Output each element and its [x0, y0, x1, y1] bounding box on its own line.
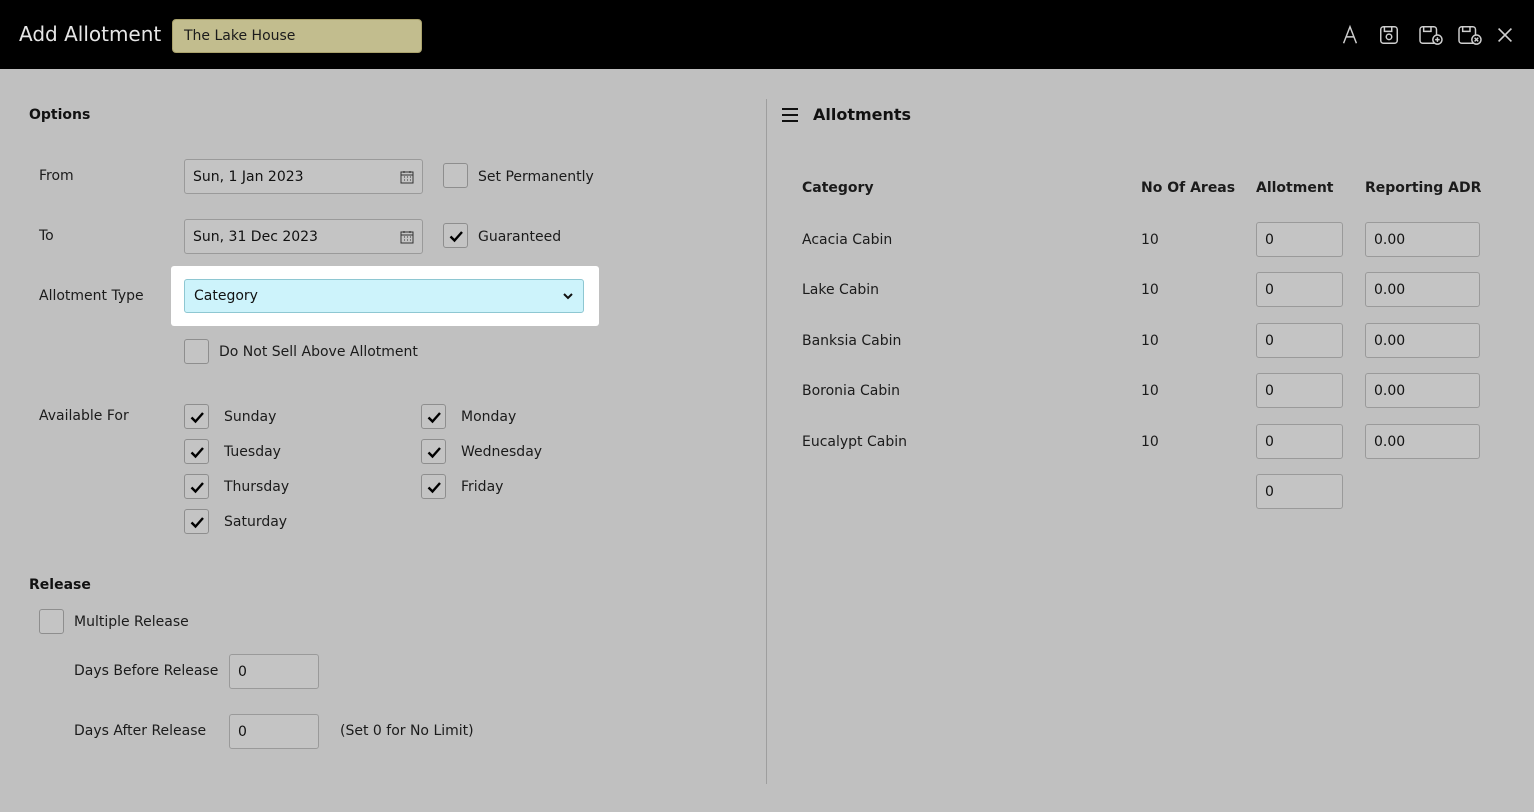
- to-date-field[interactable]: Sun, 31 Dec 2023: [184, 219, 423, 254]
- day-label-thursday: Thursday: [224, 479, 290, 495]
- checkmark-icon: [190, 446, 204, 458]
- row-adr-input[interactable]: 0.00: [1365, 373, 1480, 408]
- column-header-reporting-adr: Reporting ADR: [1365, 180, 1482, 196]
- to-label: To: [39, 228, 54, 244]
- font-icon[interactable]: [1338, 23, 1362, 47]
- from-date-value: Sun, 1 Jan 2023: [193, 168, 304, 185]
- day-checkbox-sunday[interactable]: [184, 404, 209, 429]
- day-checkbox-saturday[interactable]: [184, 509, 209, 534]
- row-allotment-input[interactable]: 0: [1256, 222, 1343, 257]
- column-header-no-of-areas: No Of Areas: [1141, 180, 1236, 196]
- day-label-tuesday: Tuesday: [224, 444, 281, 460]
- guaranteed-checkbox[interactable]: [443, 223, 468, 248]
- checkmark-icon: [427, 446, 441, 458]
- menu-icon[interactable]: [781, 106, 799, 124]
- day-checkbox-friday[interactable]: [421, 474, 446, 499]
- allotment-type-select[interactable]: Category: [184, 279, 584, 313]
- total-allotment-field: 0: [1256, 474, 1343, 509]
- do-not-sell-label: Do Not Sell Above Allotment: [219, 344, 418, 360]
- day-label-wednesday: Wednesday: [461, 444, 543, 460]
- save-close-icon[interactable]: [1456, 23, 1484, 47]
- row-category: Acacia Cabin: [802, 232, 893, 248]
- day-checkbox-tuesday[interactable]: [184, 439, 209, 464]
- do-not-sell-checkbox[interactable]: [184, 339, 209, 364]
- close-icon[interactable]: [1493, 23, 1517, 47]
- page-title: Add Allotment: [19, 22, 162, 46]
- to-date-value: Sun, 31 Dec 2023: [193, 228, 318, 245]
- title-bar: Add Allotment The Lake House: [0, 0, 1534, 69]
- column-header-allotment: Allotment: [1256, 180, 1334, 196]
- row-allotment-input[interactable]: 0: [1256, 373, 1343, 408]
- property-field[interactable]: The Lake House: [172, 19, 422, 53]
- days-after-release-label: Days After Release: [74, 723, 207, 739]
- day-label-friday: Friday: [461, 479, 504, 495]
- row-areas: 10: [1141, 383, 1159, 399]
- days-before-release-input[interactable]: 0: [229, 654, 319, 689]
- checkmark-icon: [427, 411, 441, 423]
- chevron-down-icon: [563, 293, 573, 300]
- row-adr-input[interactable]: 0.00: [1365, 424, 1480, 459]
- set-permanently-checkbox[interactable]: [443, 163, 468, 188]
- day-label-saturday: Saturday: [224, 514, 288, 530]
- set-permanently-label: Set Permanently: [478, 169, 594, 185]
- day-label-sunday: Sunday: [224, 409, 277, 425]
- row-category: Lake Cabin: [802, 282, 880, 298]
- release-section-title: Release: [29, 577, 91, 593]
- row-allotment-input[interactable]: 0: [1256, 424, 1343, 459]
- checkmark-icon: [427, 481, 441, 493]
- row-category: Boronia Cabin: [802, 383, 900, 399]
- checkmark-icon: [190, 516, 204, 528]
- row-category: Eucalypt Cabin: [802, 434, 907, 450]
- multiple-release-label: Multiple Release: [74, 614, 189, 630]
- row-areas: 10: [1141, 333, 1159, 349]
- row-adr-input[interactable]: 0.00: [1365, 222, 1480, 257]
- checkmark-icon: [449, 230, 463, 242]
- row-category: Banksia Cabin: [802, 333, 902, 349]
- row-adr-input[interactable]: 0.00: [1365, 323, 1480, 358]
- row-areas: 10: [1141, 282, 1159, 298]
- panel-divider: [766, 99, 767, 784]
- options-section-title: Options: [29, 107, 91, 123]
- available-for-label: Available For: [39, 408, 129, 424]
- checkmark-icon: [190, 481, 204, 493]
- save-icon[interactable]: [1377, 23, 1401, 47]
- guaranteed-label: Guaranteed: [478, 229, 562, 245]
- day-checkbox-thursday[interactable]: [184, 474, 209, 499]
- allotment-type-label: Allotment Type: [39, 288, 144, 304]
- multiple-release-checkbox[interactable]: [39, 609, 64, 634]
- allotments-panel-title: Allotments: [813, 105, 912, 124]
- allotment-type-value: Category: [194, 288, 258, 304]
- row-allotment-input[interactable]: 0: [1256, 323, 1343, 358]
- checkmark-icon: [190, 411, 204, 423]
- row-areas: 10: [1141, 434, 1159, 450]
- day-label-monday: Monday: [461, 409, 517, 425]
- row-adr-input[interactable]: 0.00: [1365, 272, 1480, 307]
- from-date-field[interactable]: Sun, 1 Jan 2023: [184, 159, 423, 194]
- calendar-icon[interactable]: [400, 170, 414, 184]
- day-checkbox-monday[interactable]: [421, 404, 446, 429]
- day-checkbox-wednesday[interactable]: [421, 439, 446, 464]
- row-allotment-input[interactable]: 0: [1256, 272, 1343, 307]
- from-label: From: [39, 168, 74, 184]
- row-areas: 10: [1141, 232, 1159, 248]
- days-after-release-input[interactable]: 0: [229, 714, 319, 749]
- days-before-release-label: Days Before Release: [74, 663, 219, 679]
- days-after-release-hint: (Set 0 for No Limit): [340, 723, 474, 739]
- column-header-category: Category: [802, 180, 874, 196]
- calendar-icon[interactable]: [400, 230, 414, 244]
- save-add-icon[interactable]: [1417, 23, 1445, 47]
